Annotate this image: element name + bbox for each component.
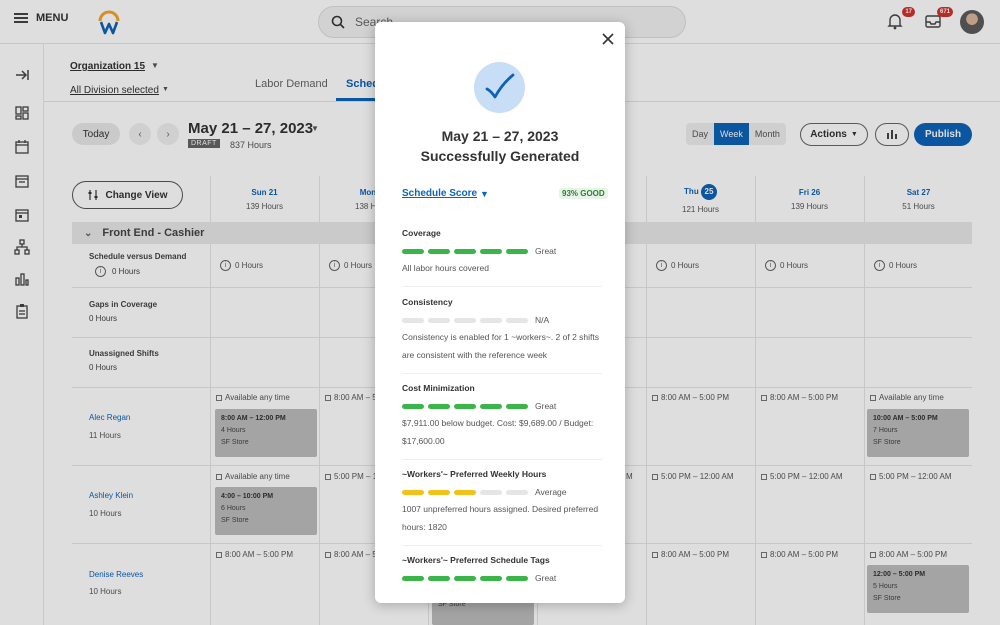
- rating-bar: [454, 575, 476, 581]
- rating-bars: Average: [402, 487, 602, 497]
- criterion-description: $7,911.00 below budget. Cost: $9,689.00 …: [402, 418, 594, 446]
- criterion-rating: Average: [535, 487, 567, 497]
- rating-bar: [428, 403, 450, 409]
- success-badge: [474, 62, 525, 113]
- rating-bar: [480, 248, 502, 254]
- rating-bar: [480, 489, 502, 495]
- schedule-score-link[interactable]: Schedule Score: [402, 188, 477, 199]
- criterion-consistency: Consistency N/A Consistency is enabled f…: [402, 297, 602, 364]
- divider: [402, 459, 602, 460]
- rating-bars: Great: [402, 573, 602, 583]
- rating-bar: [428, 489, 450, 495]
- rating-bar: [428, 575, 450, 581]
- criterion-preferred-weekly-hours: ~Workers'~ Preferred Weekly Hours Averag…: [402, 469, 602, 536]
- criterion-description: All labor hours covered: [402, 263, 489, 273]
- rating-bar: [428, 248, 450, 254]
- rating-bar: [480, 575, 502, 581]
- rating-bars: N/A: [402, 315, 602, 325]
- rating-bar: [454, 403, 476, 409]
- criterion-description: 1007 unpreferred hours assigned. Desired…: [402, 504, 599, 532]
- dialog-title-status: Successfully Generated: [420, 148, 580, 164]
- rating-bar: [454, 248, 476, 254]
- rating-bar: [402, 489, 424, 495]
- caret-down-icon[interactable]: ▼: [480, 189, 489, 199]
- rating-bar: [428, 317, 450, 323]
- criterion-coverage: Coverage Great All labor hours covered: [402, 228, 602, 277]
- rating-bar: [402, 248, 424, 254]
- schedule-generated-dialog: May 21 – 27, 2023 Successfully Generated…: [375, 22, 625, 603]
- rating-bar: [506, 317, 528, 323]
- rating-bar: [402, 317, 424, 323]
- rating-bar: [506, 575, 528, 581]
- criterion-title: ~Workers'~ Preferred Schedule Tags: [402, 555, 550, 565]
- criterion-title: Cost Minimization: [402, 383, 475, 393]
- criterion-rating: Great: [535, 246, 557, 256]
- criterion-rating: Great: [535, 401, 557, 411]
- criterion-rating: N/A: [535, 315, 550, 325]
- rating-bar: [454, 317, 476, 323]
- rating-bars: Great: [402, 246, 602, 256]
- scheduling-app: MENU Search 17 671 Organization 15 ▼ All…: [0, 0, 1000, 625]
- divider: [402, 373, 602, 374]
- criterion-title: Coverage: [402, 228, 441, 238]
- criterion-rating: Great: [535, 573, 557, 583]
- divider: [402, 545, 602, 546]
- rating-bar: [480, 317, 502, 323]
- rating-bar: [506, 248, 528, 254]
- criterion-description: Consistency is enabled for 1 ~workers~. …: [402, 332, 600, 360]
- criterion-preferred-schedule-tags: ~Workers'~ Preferred Schedule Tags Great: [402, 555, 602, 583]
- checkmark-icon: [485, 73, 515, 99]
- close-icon[interactable]: [601, 32, 615, 46]
- rating-bar: [402, 575, 424, 581]
- rating-bar: [506, 489, 528, 495]
- criterion-title: Consistency: [402, 297, 453, 307]
- divider: [402, 286, 602, 287]
- rating-bar: [506, 403, 528, 409]
- rating-bar: [454, 489, 476, 495]
- rating-bar: [402, 403, 424, 409]
- rating-bars: Great: [402, 401, 602, 411]
- criterion-title: ~Workers'~ Preferred Weekly Hours: [402, 469, 547, 479]
- dialog-title-range: May 21 – 27, 2023: [441, 128, 559, 144]
- rating-bar: [480, 403, 502, 409]
- criterion-cost-minimization: Cost Minimization Great $7,911.00 below …: [402, 383, 602, 450]
- score-badge: 93% GOOD: [559, 188, 608, 199]
